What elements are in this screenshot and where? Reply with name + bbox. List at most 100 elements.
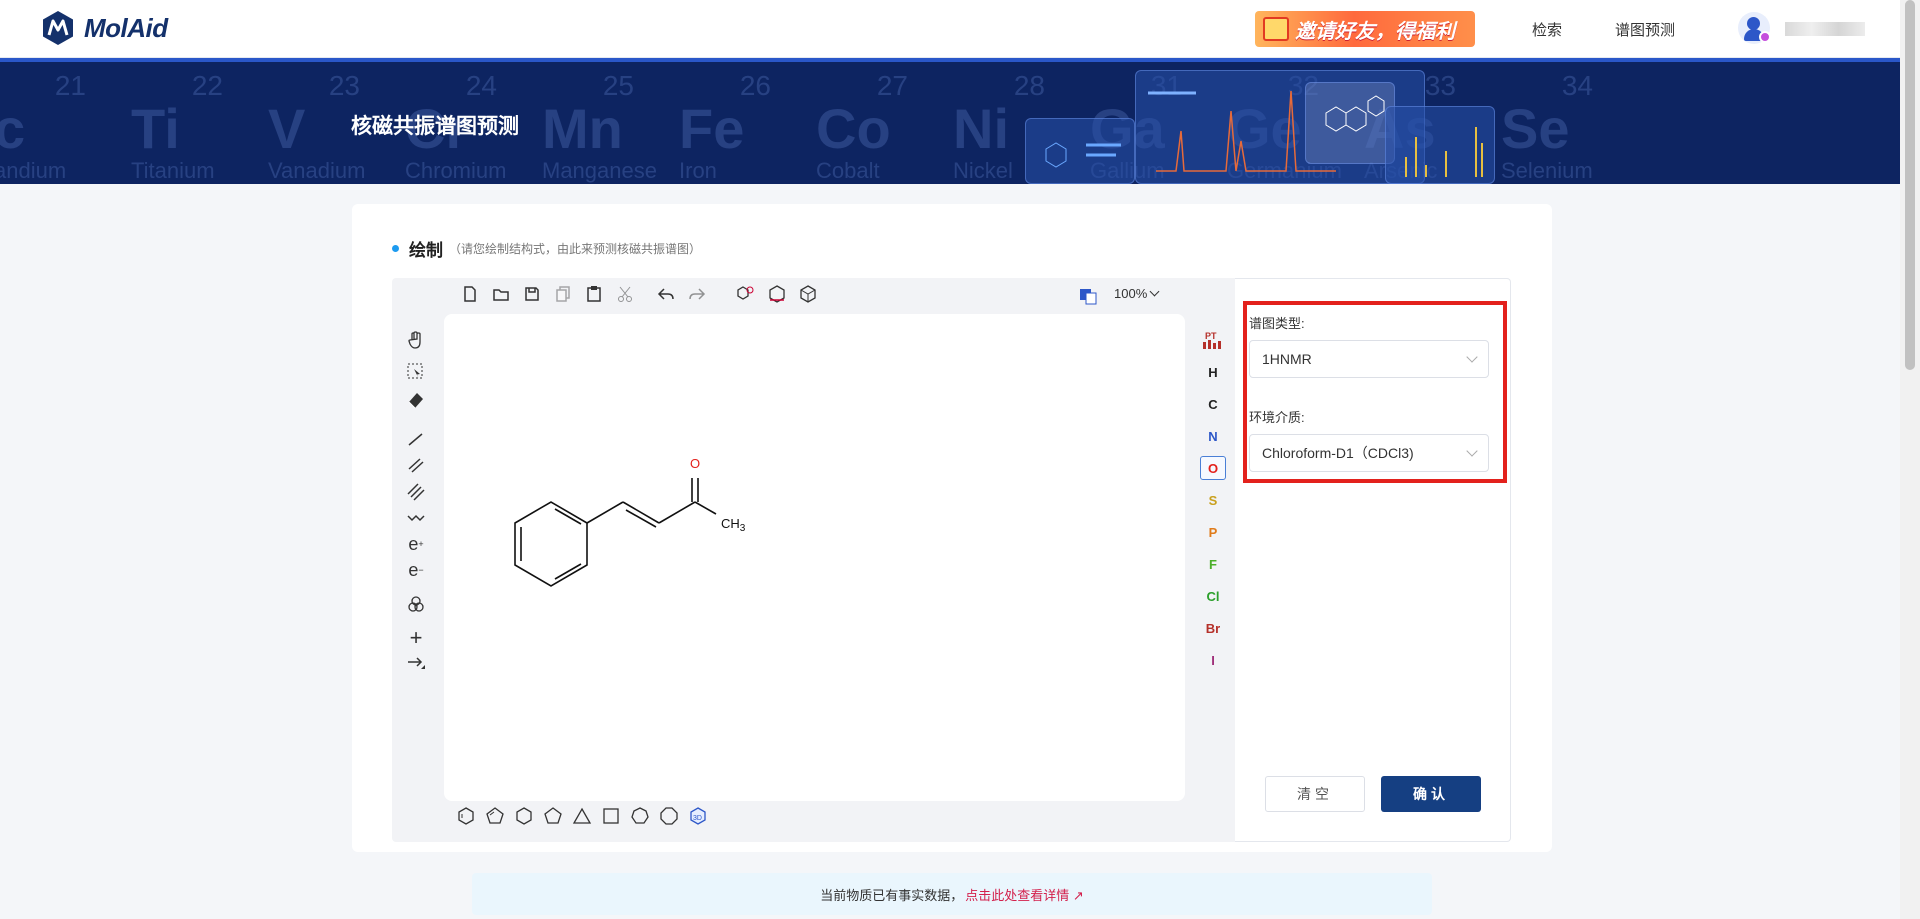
heptagon-icon[interactable] — [628, 804, 652, 828]
atom-h-button[interactable]: H — [1200, 360, 1226, 384]
spectrum-type-select[interactable]: 1HNMR — [1249, 340, 1489, 378]
element-name: Titanium — [131, 158, 215, 183]
atom-c-button[interactable]: C — [1200, 392, 1226, 416]
templates-3d-icon[interactable]: 3D — [686, 804, 710, 828]
octagon-icon[interactable] — [657, 804, 681, 828]
periodic-table-icon[interactable]: PT — [1200, 328, 1226, 352]
top-navbar: MolAid 邀请好友，得福利 检索 谱图预测 — [0, 0, 1900, 58]
nav-spectrum-prediction[interactable]: 谱图预测 — [1615, 19, 1675, 40]
chevron-down-icon — [1149, 286, 1160, 297]
nav-search[interactable]: 检索 — [1532, 19, 1562, 40]
periodic-element-tile: 27 Co Cobalt — [816, 70, 916, 183]
zoom-select[interactable]: 100% — [1114, 286, 1160, 301]
bar-spectrum-card-illustration — [1385, 106, 1495, 184]
cyclopentadiene-icon[interactable] — [483, 804, 507, 828]
single-bond-icon[interactable] — [404, 428, 428, 452]
vip-badge-icon — [1759, 31, 1771, 43]
svg-text:3D: 3D — [693, 815, 702, 822]
double-bond-icon[interactable] — [404, 454, 428, 478]
logo[interactable]: MolAid — [40, 10, 168, 46]
redo-icon[interactable] — [685, 282, 709, 306]
element-name: Vanadium — [268, 158, 366, 183]
solvent-label: 环境介质: — [1249, 410, 1305, 425]
page-banner: 21 c andium 22 Ti Titanium 23 V Vanadium 24 Cr Chro… — [0, 58, 1900, 184]
eraser-icon[interactable] — [404, 388, 428, 412]
element-symbol: Mn — [542, 97, 623, 160]
element-symbol: Ni — [953, 97, 1009, 160]
paste-icon[interactable] — [582, 282, 606, 306]
element-name: Chromium — [405, 158, 507, 183]
atom-cl-button[interactable]: Cl — [1200, 584, 1226, 608]
element-name: Iron — [679, 158, 717, 183]
element-symbol: Se — [1501, 97, 1570, 160]
copy-icon[interactable] — [551, 282, 575, 306]
element-number: 24 — [465, 70, 497, 101]
element-symbol: V — [268, 97, 306, 160]
element-symbol: Ti — [131, 97, 180, 160]
wavy-bond-icon[interactable] — [404, 506, 428, 530]
cyclohexane-chair-icon[interactable] — [454, 804, 478, 828]
scrollbar-thumb[interactable] — [1905, 0, 1915, 370]
atom-f-button[interactable]: F — [1200, 552, 1226, 576]
element-symbol: c — [0, 97, 26, 160]
open-folder-icon[interactable] — [489, 282, 513, 306]
atom-br-button[interactable]: Br — [1200, 616, 1226, 640]
zoom-level: 100% — [1114, 286, 1148, 301]
select-rectangle-icon[interactable] — [404, 360, 428, 384]
element-name: andium — [0, 158, 67, 183]
bar-spectrum-icon — [1405, 127, 1483, 177]
page-title: 核磁共振谱图预测 — [351, 115, 519, 138]
hand-pan-icon[interactable] — [404, 328, 428, 352]
aromatize-icon[interactable] — [734, 282, 758, 306]
plus-icon[interactable]: + — [404, 625, 428, 650]
periodic-element-tile: 34 Se Selenium — [1501, 70, 1601, 183]
structure-card-illustration — [1305, 82, 1395, 164]
page-scrollbar[interactable] — [1900, 0, 1920, 919]
section-title: 绘制 — [409, 241, 443, 260]
existing-data-notice: 当前物质已有事实数据， 点击此处查看详情 ↗ — [472, 873, 1432, 915]
molecule-structure: O CH3 — [514, 456, 746, 587]
element-name: Nickel — [953, 158, 1013, 183]
notice-text: 当前物质已有事实数据， — [820, 887, 964, 903]
drawing-canvas[interactable]: O CH3 — [444, 314, 1185, 801]
section-header: 绘制 （请您绘制结构式，由此来预测核磁共振谱图） — [392, 236, 701, 261]
molecule-card-illustration — [1025, 118, 1135, 184]
undo-icon[interactable] — [654, 282, 678, 306]
svg-text:PT: PT — [1205, 331, 1217, 341]
element-number: 22 — [191, 70, 223, 101]
rgroup-icon[interactable] — [404, 592, 428, 616]
save-icon[interactable] — [520, 282, 544, 306]
3d-view-icon[interactable] — [796, 282, 820, 306]
methyl-label-main: CH — [721, 516, 740, 531]
layout-icon[interactable] — [765, 282, 789, 306]
main-panel: 绘制 （请您绘制结构式，由此来预测核磁共振谱图） 100% e + e − + … — [352, 204, 1552, 852]
positive-charge-icon[interactable]: e + — [404, 532, 428, 556]
template-library-icon[interactable] — [1076, 284, 1100, 308]
negative-charge-icon[interactable]: e − — [404, 558, 428, 582]
atom-p-button[interactable]: P — [1200, 520, 1226, 544]
hexagon-icon[interactable] — [512, 804, 536, 828]
new-file-icon[interactable] — [458, 282, 482, 306]
triple-bond-icon[interactable] — [404, 480, 428, 504]
atom-n-button[interactable]: N — [1200, 424, 1226, 448]
cut-icon[interactable] — [613, 282, 637, 306]
solvent-select[interactable]: Chloroform-D1（CDCl3) — [1249, 434, 1489, 472]
atom-o-button[interactable]: O — [1200, 456, 1226, 480]
atom-s-button[interactable]: S — [1200, 488, 1226, 512]
element-symbol: Fe — [679, 97, 745, 160]
element-number: 23 — [328, 70, 360, 101]
triangle-icon[interactable] — [570, 804, 594, 828]
spectrum-type-value: 1HNMR — [1262, 351, 1312, 367]
element-number: 28 — [1013, 70, 1045, 101]
invite-promo-banner[interactable]: 邀请好友，得福利 — [1255, 11, 1475, 47]
pentagon-icon[interactable] — [541, 804, 565, 828]
element-name: Selenium — [1501, 158, 1593, 183]
username-blurred[interactable] — [1785, 22, 1865, 36]
reaction-arrow-icon[interactable] — [404, 652, 428, 676]
clear-button[interactable]: 清空 — [1265, 776, 1365, 812]
square-icon[interactable] — [599, 804, 623, 828]
atom-i-button[interactable]: I — [1200, 648, 1226, 672]
view-details-link[interactable]: 点击此处查看详情 ↗ — [965, 885, 1084, 904]
periodic-element-tile: 26 Fe Iron — [679, 70, 779, 183]
confirm-button[interactable]: 确认 — [1381, 776, 1481, 812]
